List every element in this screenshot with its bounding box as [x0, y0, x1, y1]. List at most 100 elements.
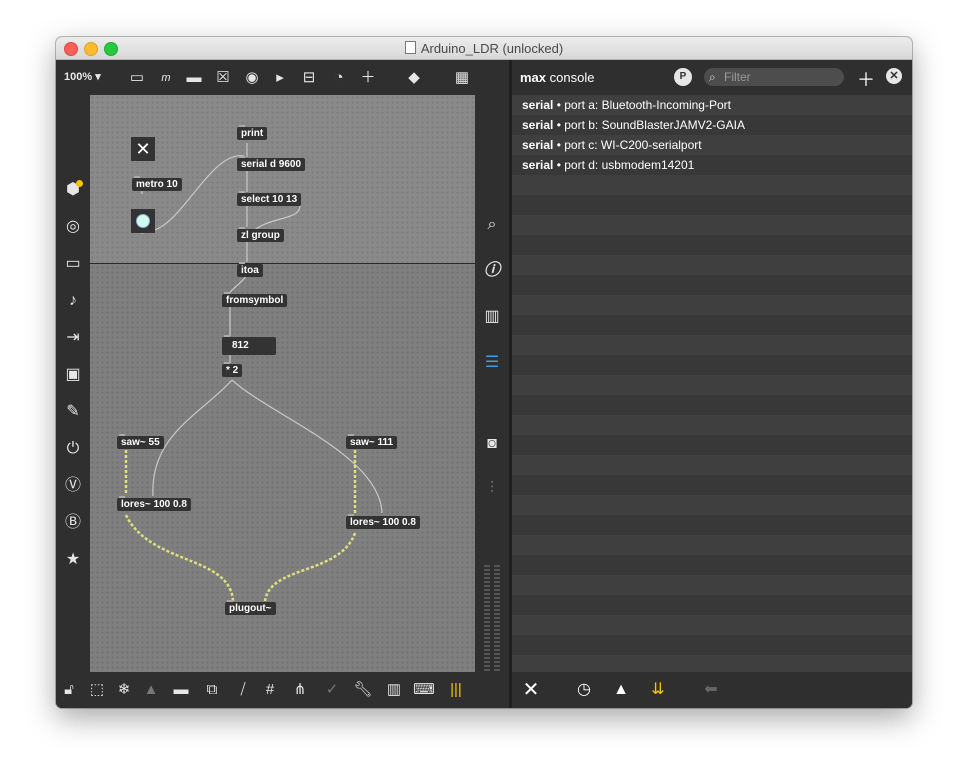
presentation-pointer-icon[interactable]: ⬚	[86, 679, 108, 701]
console-title-rest: console	[546, 70, 595, 85]
dial-object-icon[interactable]: ◔	[328, 67, 350, 89]
toggle-object[interactable]: ✕	[131, 137, 155, 161]
console-row-source: serial	[522, 138, 554, 152]
grid-view-icon[interactable]: ▦	[451, 67, 473, 89]
windows-icon[interactable]: ⧉	[201, 679, 223, 701]
beap-icon[interactable]: Ⓑ	[62, 512, 84, 534]
vst-target-icon[interactable]: ◎	[62, 216, 84, 238]
timestamp-clock-icon[interactable]: ◷	[573, 679, 595, 701]
freeze-snowflake-icon[interactable]: ❄	[113, 679, 135, 701]
patcher-toolbar: 100% ▾ ▭ m ▬ ☒ ◉ ▸ ⊟ ◔ ＋ ◆ ▦	[56, 60, 511, 95]
console-bottom-toolbar: ✕ ◷ ▲ ⇊ ⬅	[512, 672, 912, 708]
number-box[interactable]: 812	[222, 335, 276, 355]
max-console: max console P ⌕ Filter ＋ ✕ serial • port…	[512, 60, 912, 708]
title-bar: Arduino_LDR (unlocked)	[56, 37, 912, 60]
document-icon	[404, 41, 416, 54]
metro-object[interactable]: metro 10	[132, 176, 182, 191]
saw-55-object[interactable]: saw~ 55	[117, 434, 164, 449]
console-rows: serial • port a: Bluetooth-Incoming-Port…	[512, 95, 912, 672]
favorites-star-icon[interactable]: ★	[62, 549, 84, 571]
pin-icon[interactable]: P	[674, 68, 692, 86]
console-row-message: • port a: Bluetooth-Incoming-Port	[553, 98, 731, 112]
paint-bucket-icon[interactable]: ◆	[403, 67, 425, 89]
image-icon[interactable]: ▣	[62, 364, 84, 386]
reference-book-icon[interactable]: ▥	[481, 306, 503, 328]
level-meter-left	[484, 565, 490, 672]
mixer-icon[interactable]: ⫶	[481, 478, 503, 500]
console-filter-input[interactable]: ⌕ Filter	[704, 68, 844, 86]
filter-search-icon: ⌕	[709, 70, 716, 84]
level-meter-right	[494, 565, 500, 672]
console-row-message: • port c: WI-C200-serialport	[553, 138, 702, 152]
zoom-value: 100%	[64, 71, 93, 83]
grid-icon[interactable]: #	[259, 679, 281, 701]
console-row[interactable]: serial • port d: usbmodem14201	[512, 155, 912, 175]
music-note-icon[interactable]: ♪	[62, 290, 84, 312]
console-title-bold: max	[520, 70, 547, 85]
snapshot-camera-icon[interactable]: ◙	[481, 433, 503, 455]
console-list-icon[interactable]: ☰	[481, 352, 503, 374]
hide-cords-icon[interactable]: ⧸	[232, 679, 254, 701]
slider-object-icon[interactable]: ⊟	[298, 67, 320, 89]
number-object-icon[interactable]: ▸	[269, 67, 291, 89]
serial-object[interactable]: serial d 9600	[237, 156, 306, 171]
packages-icon[interactable]: ⬢	[62, 179, 84, 201]
comment-icon[interactable]: ▬	[183, 67, 205, 89]
bottom-toolbar: 🔓︎ ⬚ ❄ ▲ ▬ ⧉ ⧸ # ⋔ ✓ 🔧︎ ▥ ⌨ |||	[56, 672, 511, 708]
print-object[interactable]: print	[237, 125, 268, 140]
search-icon[interactable]: ⌕	[481, 214, 503, 236]
mixer-bars-icon[interactable]: |||	[445, 679, 467, 701]
debug-icon[interactable]: ✓	[321, 679, 343, 701]
number-box-value: 812	[232, 340, 249, 351]
multiply-object[interactable]: * 2	[222, 362, 243, 377]
wrench-icon[interactable]: 🔧︎	[352, 679, 374, 701]
patch-canvas[interactable]: ✕ print serial d 9600 metro 10 select 10…	[90, 95, 475, 672]
button-object-icon[interactable]: ◉	[241, 67, 263, 89]
message-box-icon[interactable]: m	[155, 67, 177, 89]
lores-right-object[interactable]: lores~ 100 0.8	[346, 514, 420, 529]
keyboard-icon[interactable]: ⌨	[413, 679, 435, 701]
button-object[interactable]	[131, 209, 155, 233]
hierarchy-icon[interactable]: ⋔	[289, 679, 311, 701]
zl-group-object[interactable]: zl group	[237, 227, 284, 242]
show-errors-icon[interactable]: ▲	[610, 679, 632, 701]
toggle-object-icon[interactable]: ☒	[212, 67, 234, 89]
window-title: Arduino_LDR (unlocked)	[56, 41, 912, 56]
console-row-message: • port d: usbmodem14201	[553, 158, 695, 172]
media-player-icon[interactable]: ⇥	[62, 327, 84, 349]
filter-placeholder: Filter	[724, 70, 751, 84]
fromsymbol-object[interactable]: fromsymbol	[222, 292, 288, 307]
new-object-box-icon[interactable]: ▭	[126, 67, 148, 89]
console-title: max console	[520, 70, 594, 85]
vizzie-icon[interactable]: Ⓥ	[62, 475, 84, 497]
window-title-text: Arduino_LDR (unlocked)	[420, 41, 564, 56]
inspector-info-icon[interactable]: ⓘ	[481, 260, 503, 282]
presentation-mode-icon[interactable]: ▬	[170, 679, 192, 701]
left-sidebar: ⬢ ◎ ▭ ♪ ⇥ ▣ ✎ ⏻ Ⓥ Ⓑ ★	[56, 95, 90, 672]
console-row-source: serial	[522, 158, 554, 172]
lores-left-object[interactable]: lores~ 100 0.8	[117, 496, 191, 511]
add-icon[interactable]: ＋	[857, 66, 875, 92]
select-object[interactable]: select 10 13	[237, 191, 302, 206]
autoscroll-icon[interactable]: ⇊	[647, 679, 669, 701]
plug-icon[interactable]: ⏻	[62, 438, 84, 460]
saw-111-object[interactable]: saw~ 111	[346, 434, 398, 449]
piano-keys-icon[interactable]: ▥	[383, 679, 405, 701]
paperclip-icon[interactable]: ✎	[62, 401, 84, 423]
zoom-menu[interactable]: 100% ▾	[64, 70, 101, 83]
add-object-icon[interactable]: ＋	[357, 67, 379, 89]
console-row[interactable]: serial • port c: WI-C200-serialport	[512, 135, 912, 155]
warning-icon[interactable]: ▲	[140, 679, 162, 701]
clear-console-icon[interactable]: ✕	[520, 679, 542, 701]
show-object-arrow-icon[interactable]: ⬅	[700, 679, 722, 701]
max-patcher-window: Arduino_LDR (unlocked) 100% ▾ ▭ m ▬ ☒ ◉ …	[56, 37, 912, 708]
clear-filter-icon[interactable]: ✕	[886, 68, 902, 84]
right-sidebar: ⌕ ⓘ ▥ ☰ ◙ ⫶	[475, 60, 509, 672]
lock-icon[interactable]: 🔓︎	[58, 679, 80, 701]
console-row[interactable]: serial • port a: Bluetooth-Incoming-Port	[512, 95, 912, 115]
plugout-object[interactable]: plugout~	[225, 600, 276, 615]
console-header: max console P ⌕ Filter ＋ ✕	[512, 60, 912, 95]
console-row[interactable]: serial • port b: SoundBlasterJAMV2-GAIA	[512, 115, 912, 135]
itoa-object[interactable]: itoa	[237, 262, 263, 277]
video-icon[interactable]: ▭	[62, 253, 84, 275]
